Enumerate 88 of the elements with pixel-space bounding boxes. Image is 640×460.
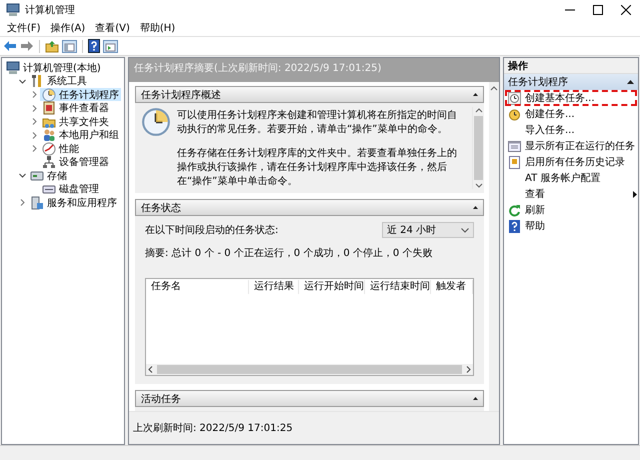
clock-icon	[141, 107, 171, 137]
collapse-icon[interactable]	[473, 397, 478, 400]
menu-item[interactable]: 查看(V)	[90, 21, 135, 35]
performance-icon	[42, 142, 56, 156]
scroll-right-icon[interactable]	[466, 366, 471, 373]
action-item[interactable]: 创建基本任务...	[505, 90, 637, 106]
expand-chevron-icon[interactable]	[30, 104, 38, 112]
clock-icon	[508, 92, 521, 104]
collapse-icon[interactable]	[627, 80, 634, 84]
action-item[interactable]: AT 服务帐户配置	[505, 170, 637, 186]
period-dropdown[interactable]: 近 24 小时	[382, 222, 474, 238]
period-label: 在以下时间段启动的任务状态:	[145, 224, 278, 237]
computer-icon	[6, 60, 20, 74]
menu-item[interactable]: 文件(F)	[2, 21, 46, 35]
maximize-icon[interactable]	[593, 5, 603, 15]
column-header[interactable]: 任务名	[146, 280, 249, 294]
window-list-icon	[508, 140, 521, 152]
window-title: 计算机管理	[25, 4, 76, 17]
description-text: 任务存储在任务计划程序库的文件夹中。若要查看单独任务上的操作或执行该操作，请在任务计划程序库中选择该任务，然后在“操作”菜单中单击命令。	[177, 147, 458, 189]
expand-chevron-icon[interactable]	[30, 118, 38, 125]
scroll-left-icon[interactable]	[148, 366, 153, 373]
tree-item[interactable]: 本地用户和组	[40, 128, 121, 142]
actions-title: 操作	[504, 58, 638, 74]
tools-icon	[30, 74, 44, 88]
action-item[interactable]: 启用所有任务历史记录	[505, 154, 637, 170]
section-title: 任务计划程序概述	[141, 88, 222, 102]
expand-chevron-icon[interactable]	[30, 145, 38, 152]
storage-icon	[30, 168, 44, 182]
tree-item[interactable]: 性能	[40, 142, 81, 155]
collapse-icon[interactable]	[473, 93, 478, 96]
column-header[interactable]: 运行结果	[249, 280, 299, 294]
tree-item[interactable]: 设备管理器	[40, 156, 111, 168]
summary-text: 摘要: 总计 0 个 - 0 个正在运行，0 个成功，0 个停止，0 个失败	[145, 246, 434, 260]
expand-chevron-icon[interactable]	[18, 199, 26, 206]
device-manager-icon	[42, 155, 56, 169]
clock-icon	[508, 108, 521, 120]
expand-chevron-icon[interactable]	[30, 91, 38, 98]
tree-item[interactable]: 共享文件夹	[40, 115, 111, 128]
horizontal-scrollbar[interactable]	[146, 364, 473, 375]
tree-item[interactable]: 磁盘管理	[40, 182, 101, 196]
vertical-scrollbar[interactable]	[472, 107, 484, 189]
column-header[interactable]: 运行开始时间	[299, 280, 365, 294]
menu-item[interactable]: 操作(A)	[46, 21, 90, 35]
services-icon	[30, 196, 44, 210]
action-item[interactable]: 查看	[505, 186, 637, 202]
back-arrow-icon[interactable]	[3, 40, 17, 52]
event-viewer-icon	[42, 101, 56, 115]
scroll-up-icon[interactable]	[474, 107, 482, 114]
history-icon	[508, 156, 521, 168]
section-title: 活动任务	[141, 392, 182, 406]
tree-item[interactable]: 事件查看器	[40, 102, 111, 114]
forward-arrow-icon[interactable]	[20, 40, 34, 52]
expand-chevron-icon[interactable]	[30, 132, 38, 138]
action-item[interactable]: 创建任务...	[505, 106, 637, 122]
tree-item[interactable]: 任务计划程序	[40, 88, 121, 101]
collapse-chevron-icon[interactable]	[18, 78, 26, 84]
action-item[interactable]: 显示所有正在运行的任务	[505, 138, 637, 154]
column-header[interactable]: 触发者	[431, 280, 473, 294]
app-icon	[6, 3, 20, 17]
action-item[interactable]: 导入任务...	[505, 122, 637, 138]
submenu-arrow-icon	[633, 190, 637, 198]
tree-item[interactable]: 服务和应用程序	[28, 196, 119, 209]
console-pane-icon[interactable]	[62, 40, 77, 52]
refresh-time-text: 上次刷新时间: 2022/5/9 17:01:25	[133, 422, 293, 435]
column-header[interactable]: 运行结束时间	[365, 280, 431, 294]
collapse-chevron-icon[interactable]	[18, 172, 26, 179]
scroll-up-icon[interactable]	[490, 85, 498, 92]
vertical-scrollbar[interactable]	[489, 82, 499, 411]
help-icon[interactable]	[88, 39, 100, 53]
dropdown-caret-icon	[461, 228, 469, 232]
action-item[interactable]: 刷新	[505, 202, 637, 218]
close-icon[interactable]	[621, 5, 631, 15]
users-icon	[42, 128, 56, 142]
tree-item[interactable]: 计算机管理(本地)	[4, 61, 103, 74]
scroll-down-icon[interactable]	[474, 182, 482, 189]
summary-header: 任务计划程序摘要(上次刷新时间: 2022/5/9 17:01:25)	[129, 58, 499, 82]
action-item[interactable]: 帮助	[505, 218, 637, 234]
folder-up-icon[interactable]	[45, 40, 59, 52]
actions-group-header[interactable]: 任务计划程序	[504, 74, 638, 90]
tree-item[interactable]: 存储	[28, 169, 69, 182]
help-icon	[508, 220, 521, 232]
clock-icon	[42, 88, 56, 102]
menu-item[interactable]: 帮助(H)	[134, 21, 180, 35]
refresh-icon	[508, 204, 521, 216]
collapse-icon[interactable]	[473, 206, 478, 209]
description-text: 可以使用任务计划程序来创建和管理计算机将在所指定的时间自动执行的常见任务。若要开始，请单击“操作”菜单中的命令。	[177, 109, 458, 137]
section-title: 任务状态	[141, 202, 182, 214]
tree-item[interactable]: 系统工具	[28, 74, 89, 88]
